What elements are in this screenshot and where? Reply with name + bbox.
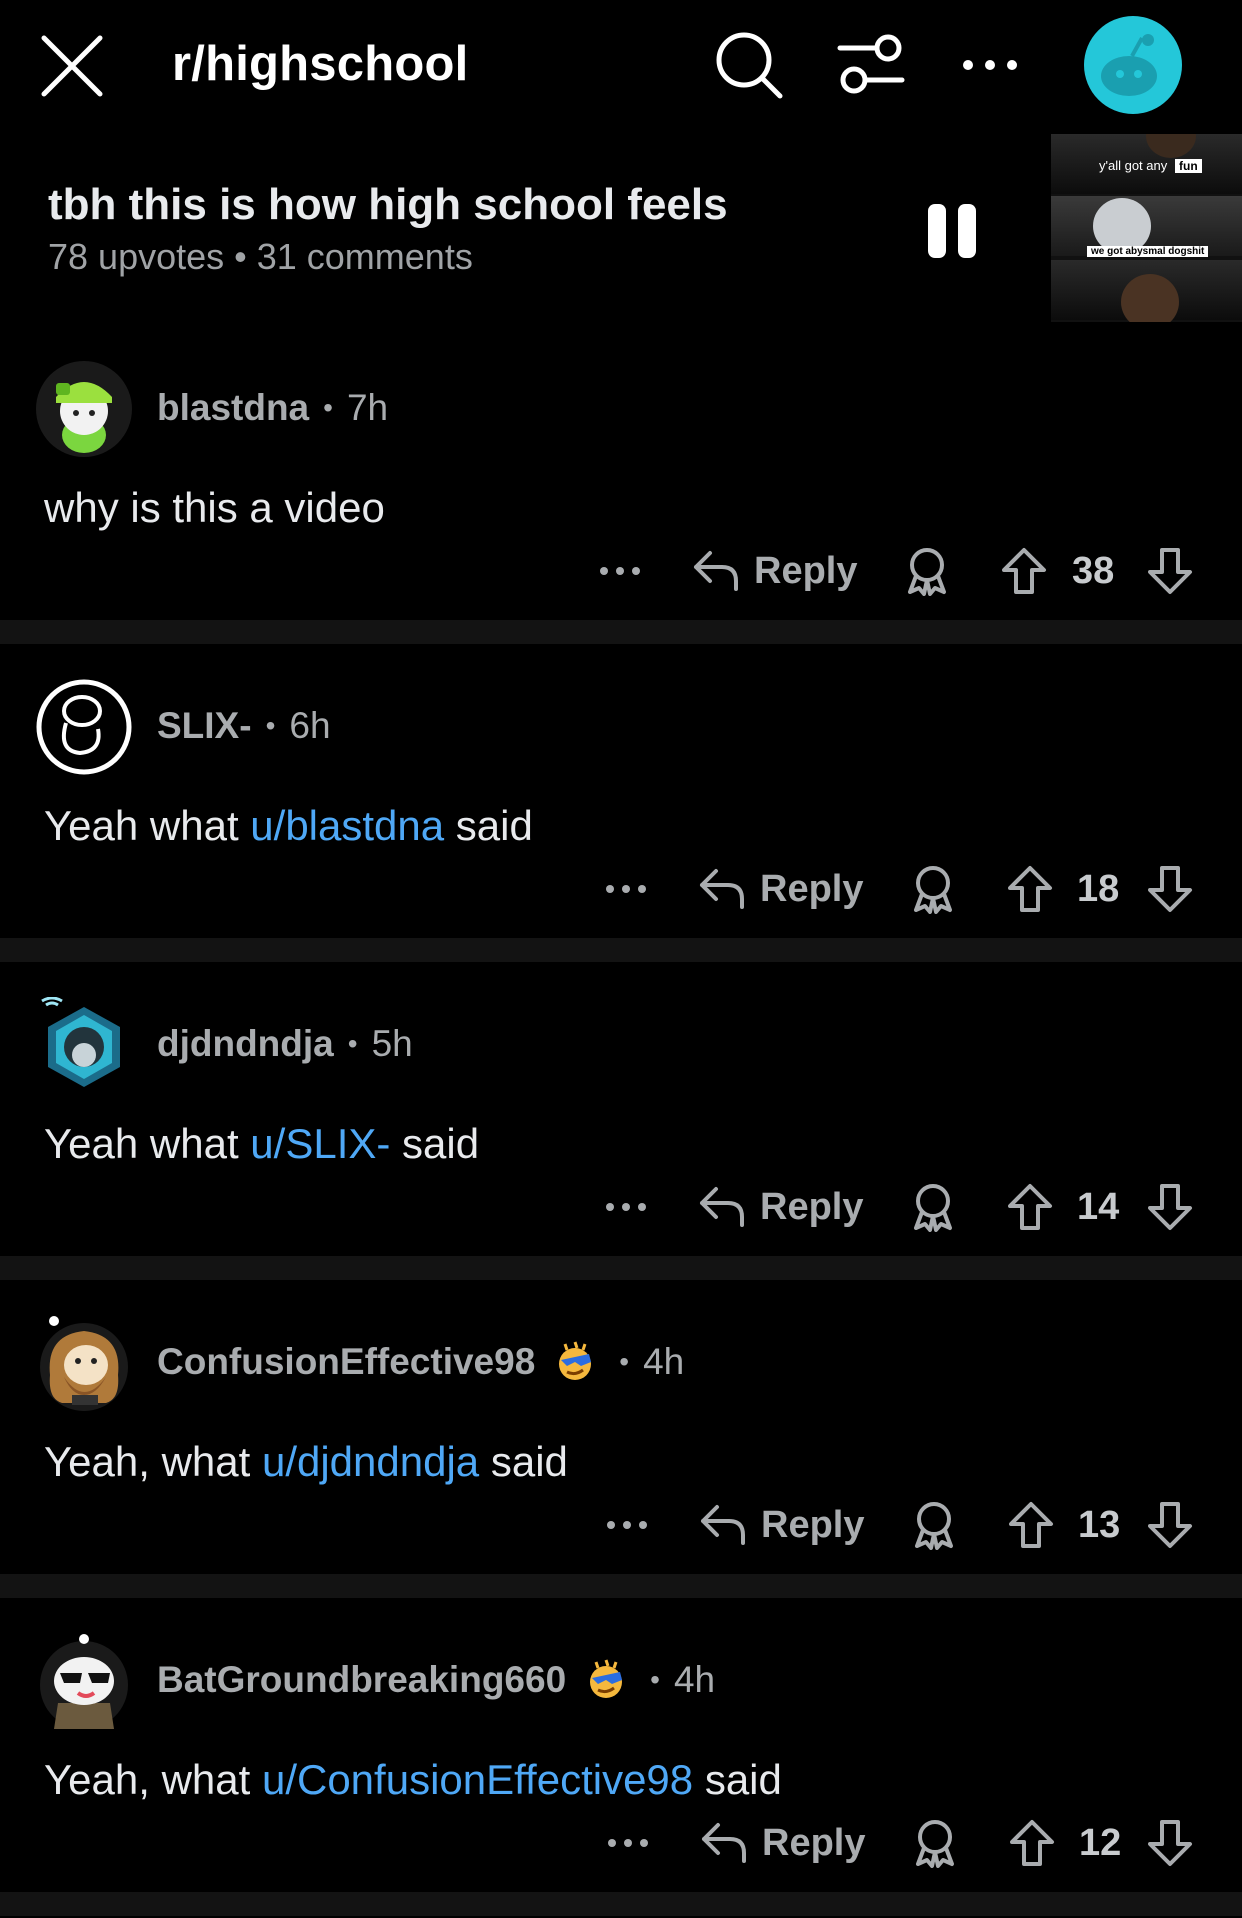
comment-author[interactable]: blastdna — [157, 387, 309, 429]
comment: djdndndja • 5h Yeah what u/SLIX- said Re… — [0, 962, 1242, 1256]
thumbnail-caption-top: y'all got any — [1099, 158, 1168, 173]
comment-body: Yeah what u/SLIX- said — [44, 1120, 480, 1167]
comment: blastdna • 7h why is this a video Reply … — [0, 326, 1242, 620]
subreddit-title[interactable]: r/highschool — [172, 36, 468, 92]
comment-actions: Reply 18 — [0, 864, 1242, 914]
vote-count: 13 — [1078, 1504, 1121, 1546]
upvote-arrow-icon[interactable] — [1000, 546, 1048, 596]
downvote-arrow-icon[interactable] — [1146, 864, 1194, 914]
sort-filter-icon[interactable] — [836, 34, 906, 96]
comment-author[interactable]: ConfusionEffective98 — [157, 1341, 535, 1383]
top-bar: r/highschool — [0, 0, 1242, 130]
comment-author[interactable]: djdndndja — [157, 1023, 334, 1065]
vote-count: 12 — [1079, 1822, 1122, 1864]
vote-count: 18 — [1077, 868, 1120, 910]
award-icon[interactable] — [902, 546, 952, 596]
comment-actions: Reply 13 — [0, 1500, 1242, 1550]
cool-sun-emoji-icon — [590, 1659, 623, 1698]
vote-count: 38 — [1072, 550, 1115, 592]
downvote-arrow-icon[interactable] — [1146, 1182, 1194, 1232]
comment-header: ConfusionEffective98 • 4h — [157, 1341, 685, 1383]
downvote-arrow-icon[interactable] — [1146, 546, 1194, 596]
pause-icon[interactable] — [928, 204, 980, 258]
more-icon[interactable] — [596, 546, 644, 596]
award-icon[interactable] — [908, 1182, 958, 1232]
reply-arrow-icon[interactable] — [698, 865, 746, 911]
user-mention-link[interactable]: u/SLIX- — [250, 1120, 390, 1167]
comment-header: djdndndja • 5h — [157, 1023, 413, 1065]
upvote-arrow-icon[interactable] — [1008, 1818, 1056, 1868]
award-icon[interactable] — [909, 1500, 959, 1550]
reply-arrow-icon[interactable] — [699, 1501, 747, 1547]
comment-separator — [0, 620, 1242, 644]
award-icon[interactable] — [910, 1818, 960, 1868]
more-icon[interactable] — [604, 1818, 652, 1868]
user-avatar[interactable] — [36, 1315, 132, 1411]
comment-time: 4h — [673, 1659, 716, 1700]
thumbnail-caption-tag: fun — [1175, 159, 1202, 173]
comment-separator — [0, 938, 1242, 962]
upvote-arrow-icon[interactable] — [1006, 864, 1054, 914]
vote-count: 14 — [1077, 1186, 1120, 1228]
reply-arrow-icon[interactable] — [692, 547, 740, 593]
more-icon[interactable] — [603, 1500, 651, 1550]
reply-button[interactable]: Reply — [754, 550, 857, 593]
downvote-arrow-icon[interactable] — [1146, 1500, 1194, 1550]
user-avatar-icon[interactable] — [1084, 16, 1182, 114]
comment: SLIX- • 6h Yeah what u/blastdna said Rep… — [0, 644, 1242, 938]
user-avatar[interactable] — [36, 679, 132, 775]
upvote-arrow-icon[interactable] — [1007, 1500, 1055, 1550]
reply-button[interactable]: Reply — [760, 868, 863, 911]
comment-header: SLIX- • 6h — [157, 705, 331, 747]
comment-header: blastdna • 7h — [157, 387, 389, 429]
video-thumbnail[interactable]: y'all got any fun we got abysmal dogshit — [1051, 134, 1242, 322]
comment-time: 7h — [346, 387, 389, 428]
reply-arrow-icon[interactable] — [700, 1819, 748, 1865]
reply-button[interactable]: Reply — [761, 1504, 864, 1547]
reply-button[interactable]: Reply — [762, 1822, 865, 1865]
comment-time: 4h — [643, 1341, 685, 1382]
more-horizontal-icon[interactable] — [960, 50, 1020, 80]
user-avatar[interactable] — [36, 997, 132, 1093]
cool-sun-emoji-icon — [559, 1341, 592, 1380]
comment-separator — [0, 1256, 1242, 1280]
user-mention-link[interactable]: u/ConfusionEffective98 — [262, 1756, 693, 1803]
comment-time: 6h — [289, 705, 331, 746]
comment-actions: Reply 14 — [0, 1182, 1242, 1232]
comment-header: BatGroundbreaking660 • 4h — [157, 1659, 716, 1701]
comment-body: Yeah, what u/djdndndja said — [44, 1438, 568, 1485]
user-avatar[interactable] — [36, 361, 132, 457]
comment: ConfusionEffective98 • 4h Yeah, what u/d… — [0, 1280, 1242, 1574]
upvote-arrow-icon[interactable] — [1006, 1182, 1054, 1232]
comment-author[interactable]: BatGroundbreaking660 — [157, 1659, 566, 1701]
more-icon[interactable] — [602, 864, 650, 914]
comment-body: Yeah, what u/ConfusionEffective98 said — [44, 1756, 782, 1803]
post-summary[interactable]: tbh this is how high school feels 78 upv… — [0, 130, 1242, 326]
thumbnail-caption-middle: we got abysmal dogshit — [1087, 246, 1209, 257]
downvote-arrow-icon[interactable] — [1146, 1818, 1194, 1868]
more-icon[interactable] — [602, 1182, 650, 1232]
user-avatar[interactable] — [36, 1633, 132, 1729]
search-icon[interactable] — [712, 28, 786, 102]
comment: BatGroundbreaking660 • 4h Yeah, what u/C… — [0, 1598, 1242, 1892]
user-mention-link[interactable]: u/blastdna — [250, 802, 444, 849]
award-icon[interactable] — [908, 864, 958, 914]
comment-author[interactable]: SLIX- — [157, 705, 252, 747]
comment-time: 5h — [371, 1023, 413, 1064]
comment-separator — [0, 1574, 1242, 1598]
comment-actions: Reply 12 — [0, 1818, 1242, 1868]
user-mention-link[interactable]: u/djdndndja — [262, 1438, 479, 1485]
thumbnail-face-3 — [1121, 274, 1179, 322]
post-title[interactable]: tbh this is how high school feels — [48, 180, 728, 230]
reply-button[interactable]: Reply — [760, 1186, 863, 1229]
post-meta: 78 upvotes • 31 comments — [48, 236, 473, 277]
comment-body: why is this a video — [44, 484, 385, 531]
close-icon[interactable] — [38, 34, 106, 98]
comment-actions: Reply 38 — [0, 546, 1242, 596]
reply-arrow-icon[interactable] — [698, 1183, 746, 1229]
comment-body: Yeah what u/blastdna said — [44, 802, 533, 849]
comment-separator — [0, 1892, 1242, 1916]
